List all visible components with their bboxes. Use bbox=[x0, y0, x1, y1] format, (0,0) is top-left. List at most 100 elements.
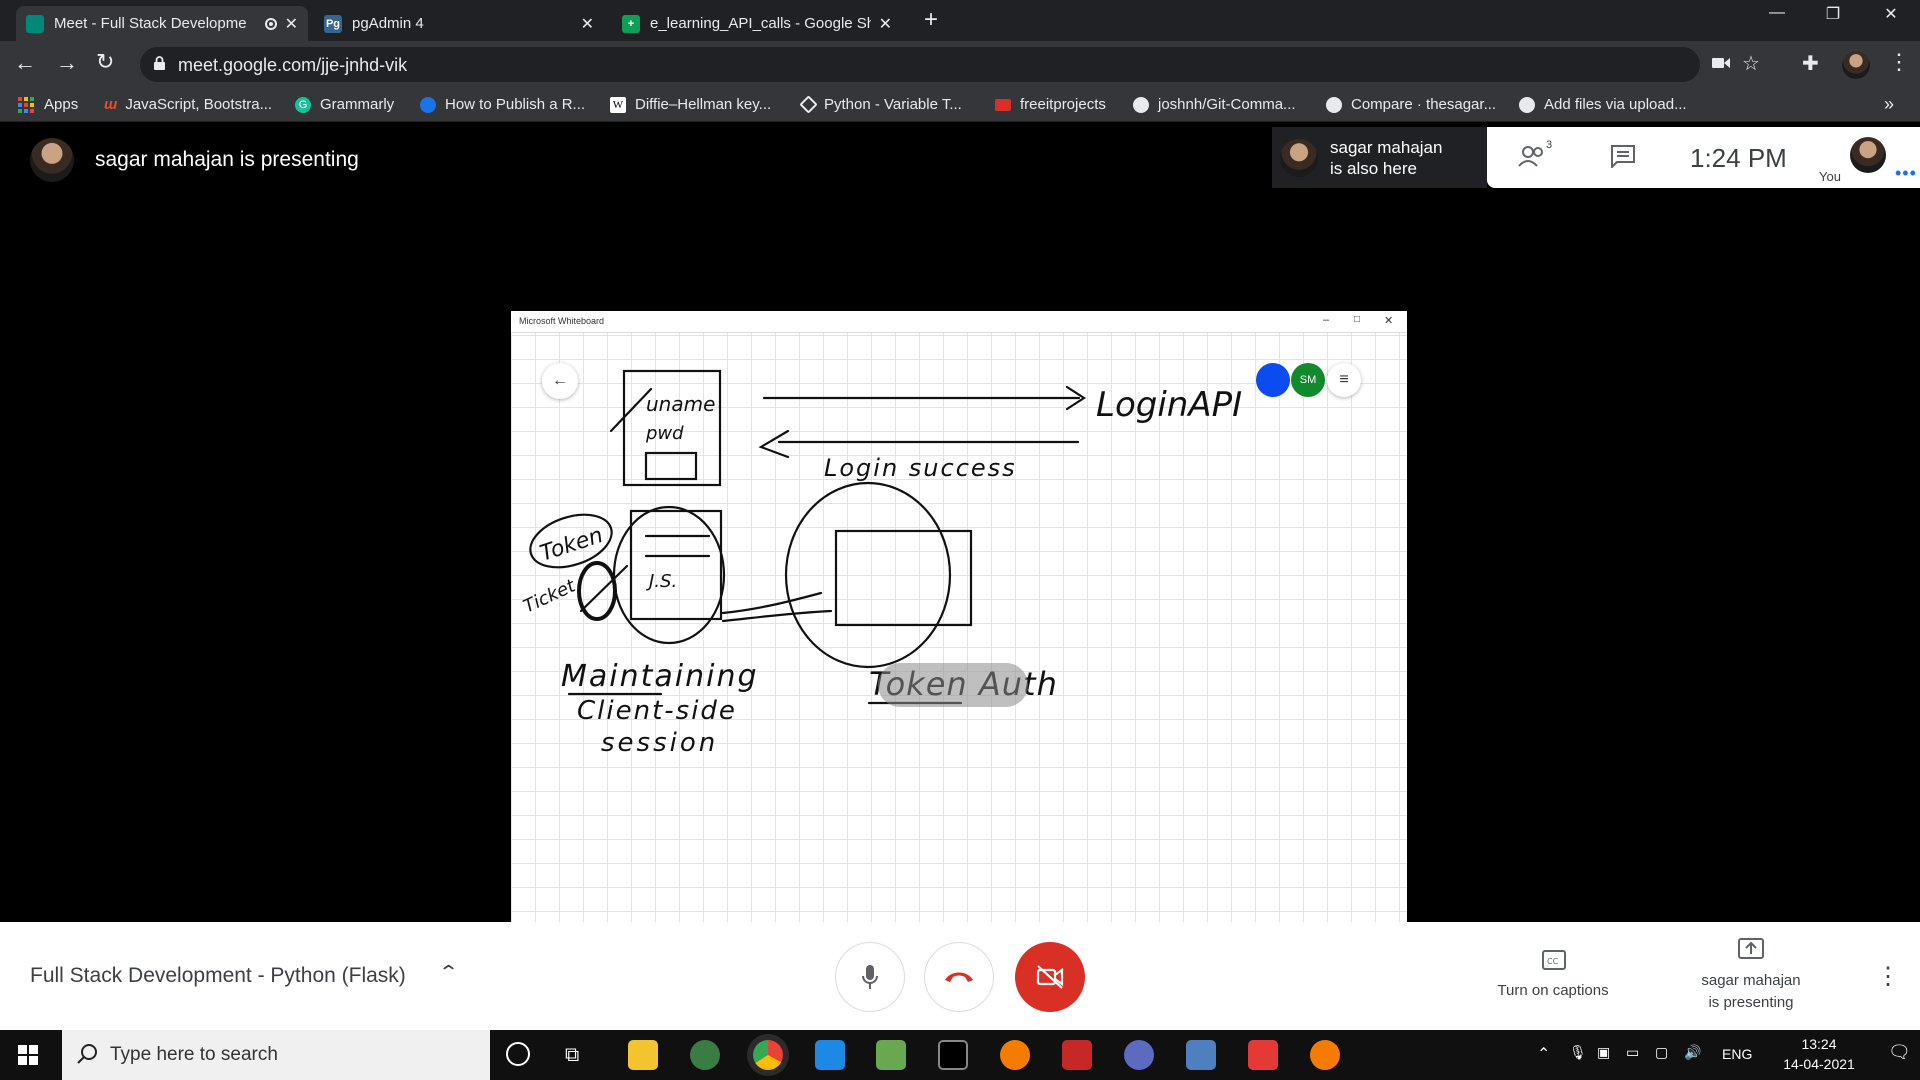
profile-avatar[interactable] bbox=[1842, 51, 1870, 79]
app-icon[interactable] bbox=[690, 1040, 720, 1070]
browser-toolbar: ← → ↻ meet.google.com/jje-jnhd-vik ☆ ✚ ⋮ bbox=[0, 41, 1920, 88]
close-tab-icon[interactable]: ✕ bbox=[581, 14, 594, 34]
bookmarks-overflow-button[interactable]: » bbox=[1884, 94, 1894, 115]
meet-favicon-icon bbox=[26, 14, 44, 33]
chevron-up-icon[interactable]: ⌃ bbox=[438, 962, 459, 983]
bookmark-item[interactable]: Python - Variable T... bbox=[799, 95, 962, 114]
chat-icon[interactable] bbox=[1610, 144, 1636, 173]
presenting-banner: sagar mahajan is presenting bbox=[95, 148, 359, 171]
bookmark-item[interactable]: joshnh/Git-Comma... bbox=[1133, 96, 1296, 113]
postman-active-icon[interactable] bbox=[1310, 1040, 1340, 1070]
taskbar-clock-date[interactable]: 14-04-2021 bbox=[1766, 1056, 1872, 1072]
eclipse-icon[interactable] bbox=[1124, 1040, 1154, 1070]
filezilla-icon[interactable] bbox=[1062, 1040, 1092, 1070]
bookmark-item[interactable]: W Diffie–Hellman key... bbox=[610, 96, 771, 113]
restore-icon[interactable]: ❐ bbox=[1810, 4, 1856, 24]
image-editor-icon[interactable] bbox=[876, 1040, 906, 1070]
chrome-menu-icon[interactable]: ⋮ bbox=[1888, 49, 1910, 75]
diamond-icon bbox=[799, 95, 818, 114]
tray-chevron-icon[interactable]: ⌃ bbox=[1537, 1044, 1550, 1064]
cortana-icon[interactable] bbox=[506, 1042, 530, 1066]
sheets-favicon-icon: + bbox=[622, 14, 640, 33]
reload-icon[interactable]: ↻ bbox=[96, 49, 114, 75]
presenter-avatar bbox=[30, 138, 74, 182]
star-bookmark-icon[interactable]: ☆ bbox=[1742, 51, 1760, 76]
language-indicator[interactable]: ENG bbox=[1722, 1046, 1752, 1062]
bookmark-label: Compare · thesagar... bbox=[1351, 96, 1497, 113]
forward-icon[interactable]: → bbox=[56, 50, 78, 76]
bookmark-item[interactable]: G Grammarly bbox=[295, 96, 394, 113]
present-icon[interactable] bbox=[1738, 938, 1764, 965]
participant-avatar bbox=[1280, 139, 1318, 177]
also-here-text: is also here bbox=[1330, 159, 1417, 178]
close-tab-icon[interactable]: ✕ bbox=[285, 14, 298, 34]
handwriting-uname: uname bbox=[646, 392, 715, 416]
taskbar-search-box[interactable]: Type here to search bbox=[62, 1030, 490, 1080]
bookmarks-bar: Apps ɯ JavaScript, Bootstra... G Grammarly… bbox=[0, 88, 1920, 122]
office-icon[interactable] bbox=[1248, 1040, 1278, 1070]
address-bar[interactable]: meet.google.com/jje-jnhd-vik ☆ bbox=[140, 47, 1760, 82]
tab-meet[interactable]: Meet - Full Stack Developme ✕ bbox=[16, 6, 308, 41]
captions-icon[interactable]: CC bbox=[1542, 950, 1566, 975]
pgadmin-icon[interactable] bbox=[1186, 1040, 1216, 1070]
bookmark-item[interactable]: freeitprojects bbox=[995, 96, 1106, 113]
lock-icon bbox=[154, 56, 165, 70]
bookmark-label: freeitprojects bbox=[1020, 96, 1106, 113]
wikipedia-icon: W bbox=[610, 96, 626, 113]
battery-icon[interactable]: ▭ bbox=[1626, 1044, 1639, 1061]
bookmark-item[interactable]: ɯ JavaScript, Bootstra... bbox=[104, 96, 272, 113]
whiteboard-drawing: uname pwd LoginAPI Login success Token T… bbox=[520, 369, 1242, 758]
meeting-title[interactable]: Full Stack Development - Python (Flask) bbox=[30, 964, 406, 988]
tab-title: e_learning_API_calls - Google She bbox=[650, 15, 871, 32]
github-icon bbox=[1519, 96, 1535, 113]
task-view-icon[interactable]: ⧉ bbox=[565, 1044, 579, 1067]
captions-button-label[interactable]: Turn on captions bbox=[1489, 982, 1617, 999]
close-tab-icon[interactable]: ✕ bbox=[879, 14, 892, 34]
handwriting-client-side: Client-side bbox=[577, 696, 737, 726]
search-icon bbox=[76, 1043, 98, 1071]
presenting-label-text: is presenting bbox=[1708, 994, 1794, 1011]
camera-toggle-button[interactable] bbox=[1015, 942, 1085, 1012]
participant-count: 3 bbox=[1546, 139, 1553, 151]
notifications-icon[interactable]: 🗨 bbox=[1888, 1042, 1911, 1063]
volume-icon[interactable]: 🔊 bbox=[1684, 1044, 1701, 1061]
tab-title: Meet - Full Stack Developme bbox=[54, 15, 247, 32]
bookmark-label: How to Publish a R... bbox=[445, 96, 586, 113]
bookmark-item[interactable]: Compare · thesagar... bbox=[1326, 96, 1496, 113]
camera-off-icon bbox=[1036, 965, 1064, 989]
camera-icon[interactable] bbox=[1712, 56, 1730, 75]
bookmark-apps[interactable]: Apps bbox=[18, 96, 78, 113]
new-tab-button[interactable]: + bbox=[924, 6, 938, 34]
handwriting-js: J.S. bbox=[646, 571, 677, 592]
tab-sheets[interactable]: + e_learning_API_calls - Google She ✕ bbox=[612, 6, 902, 41]
close-window-icon[interactable]: ✕ bbox=[1868, 4, 1914, 24]
screen-icon bbox=[995, 98, 1011, 111]
mic-tray-icon[interactable]: 🎙 bbox=[1569, 1044, 1587, 1061]
presenting-button[interactable]: sagar mahajan is presenting bbox=[1676, 970, 1826, 1014]
extensions-icon[interactable]: ✚ bbox=[1802, 51, 1819, 76]
bookmark-item[interactable]: Add files via upload... bbox=[1519, 96, 1687, 113]
taskbar-clock-time[interactable]: 13:24 bbox=[1786, 1036, 1852, 1052]
windows-start-icon[interactable] bbox=[18, 1045, 38, 1070]
bookmark-label: joshnh/Git-Comma... bbox=[1158, 96, 1296, 113]
microphone-button[interactable] bbox=[835, 942, 905, 1012]
more-options-vertical-icon[interactable]: ⋮ bbox=[1876, 962, 1900, 991]
search-placeholder: Type here to search bbox=[110, 1044, 278, 1065]
url-text: meet.google.com/jje-jnhd-vik bbox=[178, 55, 408, 75]
handwriting-token: Token bbox=[537, 523, 606, 567]
terminal-icon[interactable] bbox=[938, 1040, 968, 1070]
display-icon[interactable]: ▢ bbox=[1655, 1044, 1668, 1061]
leave-call-button[interactable] bbox=[924, 942, 994, 1012]
tab-pgadmin[interactable]: Pg pgAdmin 4 ✕ bbox=[314, 6, 604, 41]
vscode-icon[interactable] bbox=[815, 1040, 845, 1070]
network-icon[interactable]: ▣ bbox=[1597, 1044, 1610, 1061]
bookmark-item[interactable]: How to Publish a R... bbox=[420, 96, 585, 113]
more-options-icon[interactable]: ••• bbox=[1895, 163, 1917, 184]
minimize-icon[interactable]: — bbox=[1754, 4, 1800, 22]
postman-icon[interactable] bbox=[1000, 1040, 1030, 1070]
bookmark-label: Diffie–Hellman key... bbox=[635, 96, 772, 113]
self-avatar[interactable] bbox=[1850, 137, 1886, 173]
file-explorer-icon[interactable] bbox=[628, 1040, 658, 1070]
back-icon[interactable]: ← bbox=[14, 50, 36, 76]
chrome-icon[interactable] bbox=[753, 1040, 783, 1070]
